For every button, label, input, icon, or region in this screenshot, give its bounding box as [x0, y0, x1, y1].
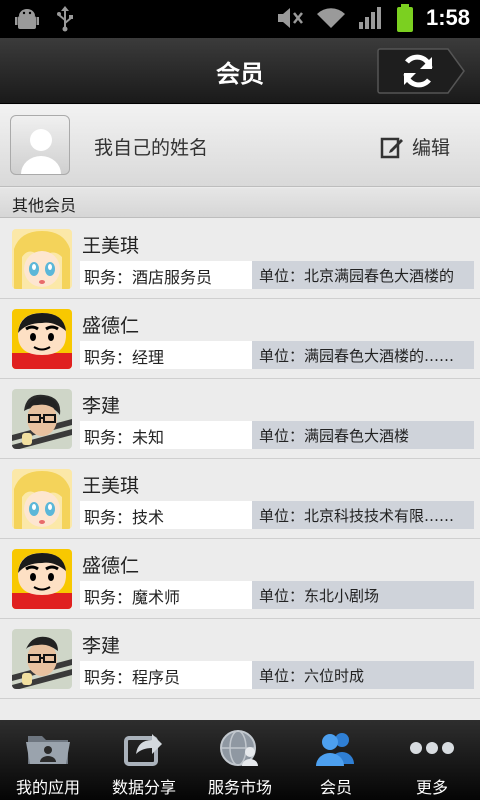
member-unit: 单位：北京科技技术有限…… — [252, 501, 474, 529]
wifi-icon — [316, 8, 345, 28]
tab-members[interactable]: 会员 — [288, 720, 384, 800]
man-photo-avatar — [12, 629, 72, 689]
signal-icon — [358, 7, 381, 29]
globe-user-icon — [220, 730, 258, 766]
tab-service-market[interactable]: 服务市场 — [192, 720, 288, 800]
blonde-girl-avatar — [12, 469, 72, 529]
default-avatar-icon — [10, 115, 70, 175]
status-bar: 1:58 — [0, 0, 480, 38]
member-name: 盛德仁 — [82, 315, 140, 337]
refresh-icon — [403, 54, 433, 88]
member-unit: 单位：北京满园春色大酒楼的 — [252, 261, 474, 289]
title-bar: 会员 — [0, 38, 480, 104]
battery-icon — [396, 4, 413, 32]
member-name: 李建 — [82, 635, 121, 657]
android-debug-icon — [15, 9, 39, 29]
tab-label: 我的应用 — [15, 778, 80, 797]
members-icon — [316, 733, 354, 766]
edit-icon — [380, 137, 403, 158]
member-name: 李建 — [82, 395, 121, 417]
tab-more[interactable]: 更多 — [384, 720, 480, 800]
member-role: 职务：经理 — [80, 341, 252, 369]
member-row[interactable]: 李建 职务：程序员 单位：六位时成 — [0, 619, 480, 699]
mute-icon — [277, 8, 303, 28]
my-name: 我自己的姓名 — [94, 137, 209, 159]
usb-icon — [57, 6, 73, 32]
more-dots-icon — [410, 742, 454, 754]
cartoon-boy-avatar — [12, 549, 72, 609]
blonde-girl-avatar — [12, 229, 72, 289]
member-list: 王美琪 职务：酒店服务员 单位：北京满园春色大酒楼的 盛德仁 职务：经理 单位：… — [0, 219, 480, 699]
member-name: 盛德仁 — [82, 555, 140, 577]
tab-label: 会员 — [319, 778, 352, 797]
tab-label: 更多 — [415, 778, 448, 797]
member-row[interactable]: 盛德仁 职务：经理 单位：满园春色大酒楼的…… — [0, 299, 480, 379]
section-title: 其他会员 — [12, 196, 77, 215]
member-unit: 单位：满园春色大酒楼的…… — [252, 341, 474, 369]
member-role: 职务：技术 — [80, 501, 252, 529]
member-unit: 单位：六位时成 — [252, 661, 474, 689]
member-row[interactable]: 盛德仁 职务：魔术师 单位：东北小剧场 — [0, 539, 480, 619]
member-name: 王美琪 — [82, 235, 140, 257]
member-unit: 单位：东北小剧场 — [252, 581, 474, 609]
tab-data-share[interactable]: 数据分享 — [96, 720, 192, 800]
member-role: 职务：魔术师 — [80, 581, 252, 609]
member-role: 职务：程序员 — [80, 661, 252, 689]
member-role: 职务：未知 — [80, 421, 252, 449]
bottom-tab-bar: 我的应用 数据分享 服务市场 会员 更多 — [0, 720, 480, 800]
clock: 1:58 — [425, 5, 470, 30]
member-row[interactable]: 李建 职务：未知 单位：满园春色大酒楼 — [0, 379, 480, 459]
tab-my-apps[interactable]: 我的应用 — [0, 720, 96, 800]
refresh-button[interactable] — [376, 47, 468, 95]
member-unit: 单位：满园春色大酒楼 — [252, 421, 474, 449]
cartoon-boy-avatar — [12, 309, 72, 369]
edit-button[interactable]: 编辑 — [380, 133, 450, 160]
member-name: 王美琪 — [82, 475, 140, 497]
edit-label: 编辑 — [411, 137, 450, 159]
member-role: 职务：酒店服务员 — [80, 261, 252, 289]
man-photo-avatar — [12, 389, 72, 449]
tab-label: 数据分享 — [111, 778, 176, 797]
section-header: 其他会员 — [0, 188, 480, 218]
member-row[interactable]: 王美琪 职务：技术 单位：北京科技技术有限…… — [0, 459, 480, 539]
member-row[interactable]: 王美琪 职务：酒店服务员 单位：北京满园春色大酒楼的 — [0, 219, 480, 299]
tab-label: 服务市场 — [207, 778, 272, 797]
my-profile-row[interactable]: 我自己的姓名 编辑 — [0, 105, 480, 187]
share-icon — [124, 734, 162, 766]
folder-icon — [26, 736, 70, 764]
